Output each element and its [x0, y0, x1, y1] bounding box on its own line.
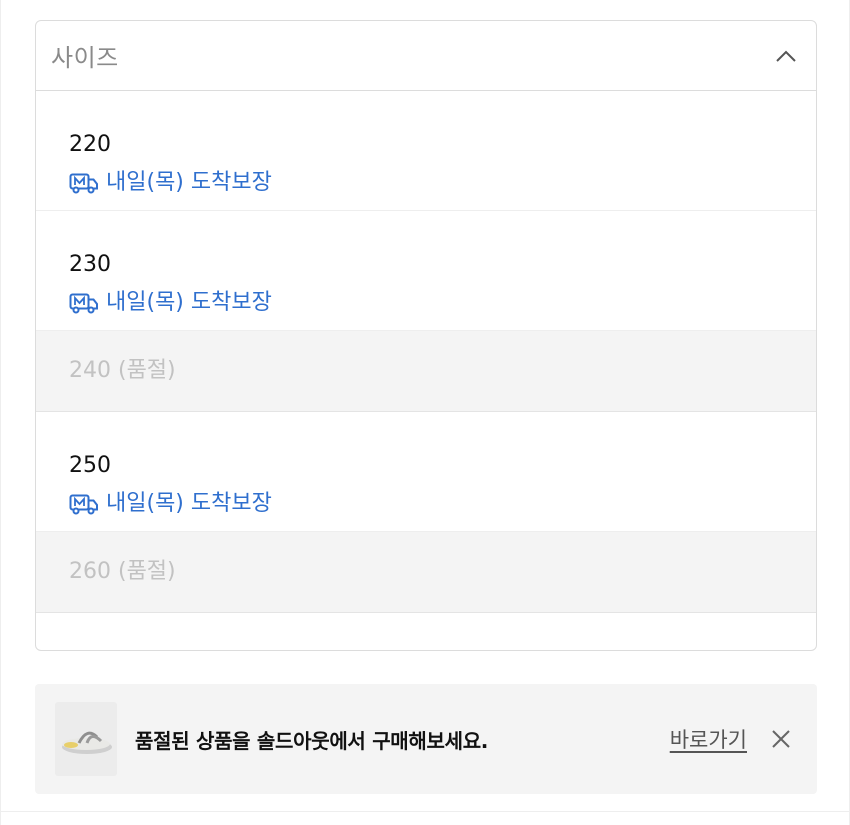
delivery-text: 내일(목) 도착보장 [106, 290, 272, 315]
truck-m-icon [69, 292, 99, 314]
truck-m-icon [69, 172, 99, 194]
size-option-230[interactable]: 230 내일(목) 도착보장 [36, 211, 816, 331]
size-option-260-soldout: 260 (품절) [36, 532, 816, 613]
chevron-up-icon [774, 44, 798, 68]
close-icon[interactable] [769, 727, 793, 751]
delivery-text: 내일(목) 도착보장 [106, 170, 272, 195]
divider [1, 811, 849, 812]
delivery-guarantee: 내일(목) 도착보장 [69, 289, 816, 317]
banner-message: 품절된 상품을 솔드아웃에서 구매해보세요. [135, 728, 489, 753]
flip-flop-icon [62, 731, 112, 754]
option-size-label: 220 [69, 132, 111, 157]
size-option-list: 220 내일(목) 도착보장 230 내일(목) 도착보장 240 (품절) 2… [36, 91, 816, 650]
go-now-link[interactable]: 바로가기 [670, 724, 747, 754]
size-dropdown: 사이즈 220 내일(목) 도착보장 230 내일(목) 도착보장 240 (품… [35, 20, 817, 651]
size-dropdown-label: 사이즈 [51, 44, 119, 72]
delivery-guarantee: 내일(목) 도착보장 [69, 169, 816, 197]
delivery-text: 내일(목) 도착보장 [106, 491, 272, 516]
size-dropdown-toggle[interactable]: 사이즈 [36, 21, 816, 91]
option-size-label: 240 (품절) [69, 358, 176, 383]
option-size-label: 250 [69, 453, 111, 478]
option-size-label: 260 (품절) [69, 559, 176, 584]
size-option-220[interactable]: 220 내일(목) 도착보장 [36, 91, 816, 211]
size-option-250[interactable]: 250 내일(목) 도착보장 [36, 412, 816, 532]
product-thumbnail [55, 702, 117, 776]
option-size-label: 230 [69, 252, 111, 277]
truck-m-icon [69, 493, 99, 515]
page: 사이즈 220 내일(목) 도착보장 230 내일(목) 도착보장 240 (품… [0, 0, 850, 825]
delivery-guarantee: 내일(목) 도착보장 [69, 490, 816, 518]
size-option-240-soldout: 240 (품절) [36, 331, 816, 412]
soldout-banner: 품절된 상품을 솔드아웃에서 구매해보세요. 바로가기 [35, 684, 817, 794]
